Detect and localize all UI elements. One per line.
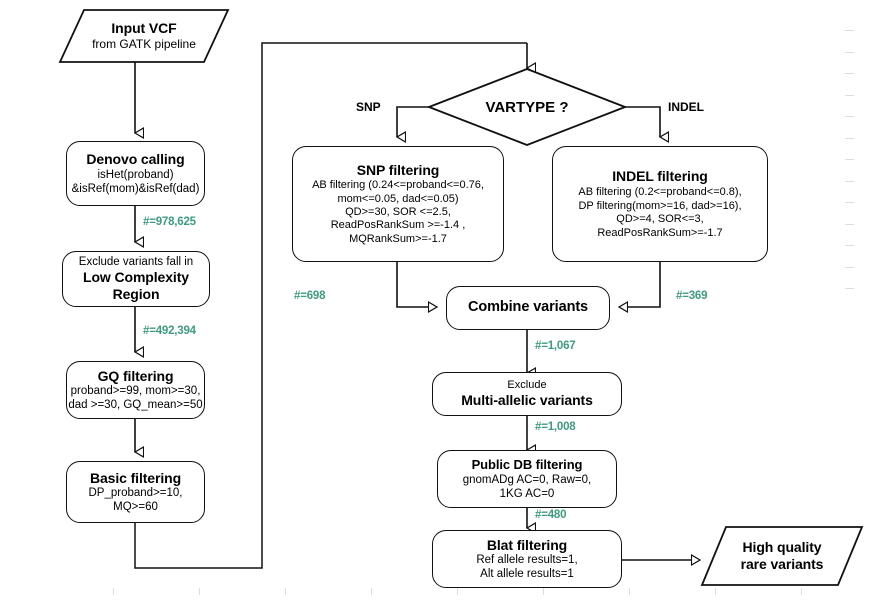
ruler-tick [845, 116, 854, 117]
snp-line2: mom<=0.05, dad<=0.05) [337, 192, 459, 205]
node-input-vcf[interactable]: Input VCF from GATK pipeline [58, 8, 230, 64]
count-multiallelic-to-publicdb: #=1,008 [535, 421, 576, 433]
gq-title: GQ filtering [97, 367, 174, 384]
count-publicdb-to-blat: #=480 [535, 509, 567, 521]
ruler-tick [845, 181, 854, 182]
ruler-tick [845, 245, 854, 246]
indel-line3: QD>=4, SOR<=3, [616, 213, 704, 226]
ruler-tick [845, 30, 854, 31]
node-basic-filtering[interactable]: Basic filtering DP_proband>=10, MQ>=60 [66, 461, 205, 523]
ruler-tick [845, 138, 854, 139]
indel-line2: DP filtering(mom>=16, dad>=16), [578, 199, 742, 212]
vartype-label: VARTYPE ? [485, 98, 569, 116]
gq-line2: dad >=30, GQ_mean>=50 [68, 399, 203, 412]
node-output-high-quality-rare-variants[interactable]: High quality rare variants [700, 525, 864, 587]
count-combine-to-multiallelic: #=1,067 [535, 340, 576, 352]
output-line1: High quality [742, 539, 822, 556]
node-indel-filtering[interactable]: INDEL filtering AB filtering (0.2<=proba… [552, 146, 768, 262]
lcr-top-text: Exclude variants fall in [78, 255, 194, 268]
snp-line3: QD>=30, SOR <=2.5, [345, 206, 451, 219]
publicdb-title: Public DB filtering [471, 457, 583, 473]
lcr-title: Low Complexity Region [83, 269, 189, 302]
snp-title: SNP filtering [356, 161, 440, 178]
blat-title: Blat filtering [486, 536, 568, 553]
gq-line1: proband>=99, mom>=30, [70, 385, 201, 398]
node-public-db-filtering[interactable]: Public DB filtering gnomADg AC=0, Raw=0,… [437, 450, 617, 508]
flowchart-canvas: Input VCF from GATK pipeline Denovo call… [0, 0, 874, 610]
ruler-tick [629, 588, 630, 595]
snp-line1: AB filtering (0.24<=proband<=0.76, [312, 179, 484, 192]
ruler-tick [457, 588, 458, 595]
input-vcf-text: Input VCF from GATK pipeline [92, 20, 196, 51]
ruler-tick [715, 588, 716, 595]
node-vartype-decision[interactable]: VARTYPE ? [427, 67, 627, 147]
indel-line4: ReadPosRankSum>=-1.7 [597, 226, 723, 239]
denovo-title: Denovo calling [86, 151, 185, 168]
basic-line2: MQ>=60 [113, 501, 158, 514]
combine-title: Combine variants [467, 299, 589, 316]
node-gq-filtering[interactable]: GQ filtering proband>=99, mom>=30, dad >… [66, 361, 205, 419]
output-text: High quality rare variants [741, 539, 824, 572]
denovo-line2: &isRef(mom)&isRef(dad) [71, 182, 200, 195]
indel-title: INDEL filtering [612, 167, 708, 184]
ruler-tick [543, 588, 544, 595]
input-vcf-title: Input VCF [111, 20, 177, 37]
ruler-tick [845, 224, 854, 225]
ruler-tick [801, 588, 802, 595]
input-vcf-subtitle: from GATK pipeline [92, 36, 196, 51]
node-multi-allelic-variants[interactable]: Exclude Multi-allelic variants [432, 372, 622, 416]
count-indel-to-combine: #=369 [676, 290, 708, 302]
node-combine-variants[interactable]: Combine variants [446, 286, 610, 330]
ruler-tick [113, 588, 114, 595]
node-blat-filtering[interactable]: Blat filtering Ref allele results=1, Alt… [432, 530, 622, 588]
ruler-tick [371, 588, 372, 595]
snp-line5: MQRankSum>=-1.7 [349, 232, 447, 245]
ruler-tick [845, 52, 854, 53]
publicdb-line1: gnomADg AC=0, Raw=0, [462, 473, 592, 486]
ruler-tick [845, 267, 854, 268]
basic-line1: DP_proband>=10, [88, 487, 183, 500]
branch-label-indel: INDEL [668, 100, 704, 114]
count-lcr-to-gq: #=492,394 [143, 325, 196, 337]
indel-line1: AB filtering (0.2<=proband<=0.8), [578, 186, 742, 199]
blat-line1: Ref allele results=1, [476, 554, 578, 567]
denovo-line1: isHet(proband) [97, 168, 174, 181]
ruler-tick [845, 73, 854, 74]
node-low-complexity-region[interactable]: Exclude variants fall in Low Complexity … [62, 251, 210, 307]
ruler-tick [845, 288, 854, 289]
publicdb-line2: 1KG AC=0 [499, 487, 555, 500]
ruler-tick [845, 159, 854, 160]
ruler-tick [285, 588, 286, 595]
multiallelic-title: Multi-allelic variants [461, 392, 593, 409]
ruler-tick [845, 95, 854, 96]
snp-line4: ReadPosRankSum >=-1.4 , [330, 219, 466, 232]
output-line2: rare variants [740, 556, 824, 572]
ruler-tick [845, 202, 854, 203]
blat-line2: Alt allele results=1 [480, 568, 574, 581]
multiallelic-top-text: Exclude [507, 379, 547, 392]
branch-label-snp: SNP [356, 100, 381, 114]
node-denovo-calling[interactable]: Denovo calling isHet(proband) &isRef(mom… [66, 141, 205, 206]
count-denovo-to-lcr: #=978,625 [143, 216, 196, 228]
basic-title: Basic filtering [89, 469, 182, 486]
ruler-tick [199, 588, 200, 595]
node-snp-filtering[interactable]: SNP filtering AB filtering (0.24<=proban… [292, 146, 504, 262]
count-snp-to-combine: #=698 [294, 290, 326, 302]
